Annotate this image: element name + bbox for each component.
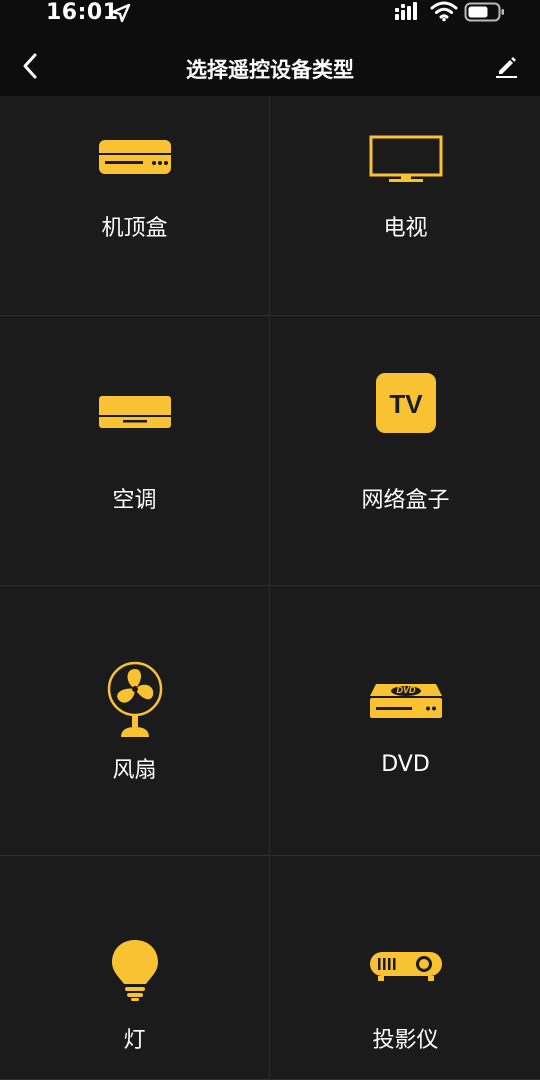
wifi-icon [430,0,458,22]
signal-icon [393,2,421,22]
status-time: 16:01 [46,0,119,25]
page-title: 选择遥控设备类型 [186,58,354,82]
device-label: 空调 [112,488,157,513]
device-label: 灯 [123,1028,146,1053]
set-top-box-icon [98,140,171,174]
network-box-icon: TV [375,373,436,433]
device-tile-dvd[interactable]: DVD DVD [270,586,540,856]
light-bulb-icon [111,940,158,1001]
pencil-icon [496,57,517,78]
device-tile-tv[interactable]: 电视 [270,96,540,316]
device-label: 机顶盒 [101,216,168,241]
dvd-logo-text: DVD [396,685,416,695]
status-bar: 16:01 [0,0,540,34]
device-label: DVD [381,752,430,777]
air-conditioner-icon [98,396,171,428]
device-tile-light[interactable]: 灯 [0,856,269,1080]
device-tile-projector[interactable]: 投影仪 [270,856,540,1080]
device-label: 风扇 [112,758,157,783]
edit-button[interactable] [488,48,524,84]
device-tile-network-box[interactable]: TV 网络盒子 [270,316,540,586]
fan-icon [107,661,162,737]
projector-icon [369,952,442,981]
device-tile-set-top-box[interactable]: 机顶盒 [0,96,269,316]
tv-icon [369,135,442,182]
device-label: 电视 [383,216,428,241]
device-tile-air-conditioner[interactable]: 空调 [0,316,269,586]
location-arrow-icon [110,2,132,24]
tv-badge-text: TV [389,389,423,419]
battery-icon [464,1,506,23]
device-type-grid: 机顶盒 电视 空调 TV 网络盒子 风扇 DVD DVD 灯 投影仪 [0,96,540,1080]
device-tile-fan[interactable]: 风扇 [0,586,269,856]
device-label: 投影仪 [372,1028,439,1053]
navigation-bar: 选择遥控设备类型 [0,34,540,96]
device-label: 网络盒子 [361,488,450,513]
dvd-icon: DVD [369,684,442,718]
